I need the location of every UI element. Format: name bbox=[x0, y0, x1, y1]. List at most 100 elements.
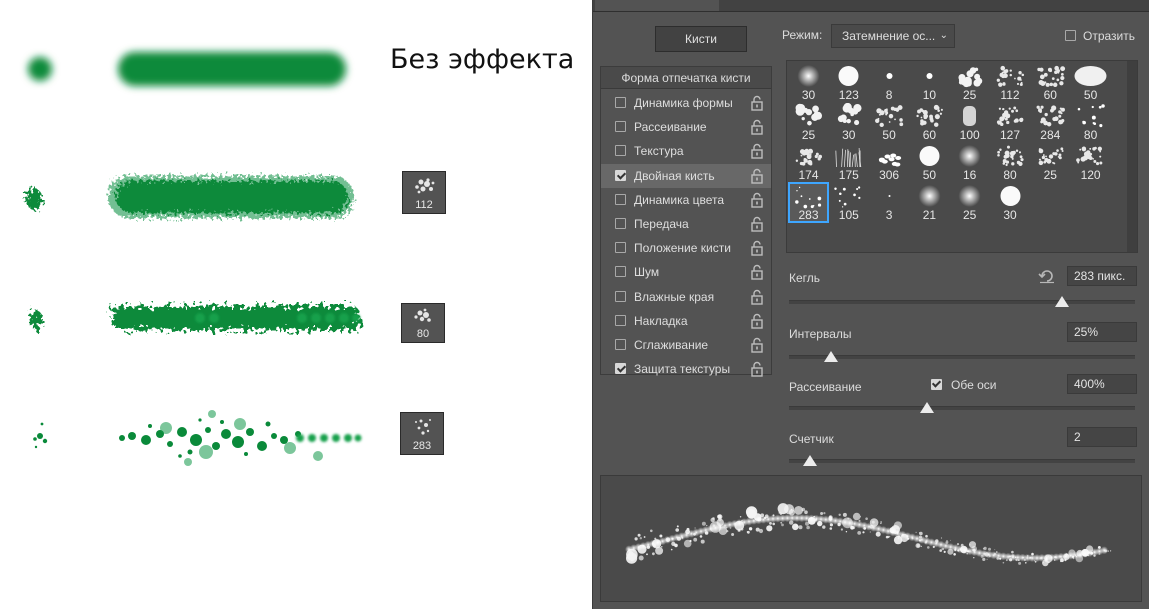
count-field[interactable]: 2 bbox=[1067, 427, 1137, 447]
both-axes-checkbox[interactable] bbox=[931, 379, 942, 390]
brush-preset[interactable]: 25 bbox=[789, 103, 828, 142]
brush-option-item[interactable]: Двойная кисть bbox=[601, 163, 771, 188]
brush-option-item[interactable]: Защита текстуры bbox=[601, 357, 771, 381]
lock-icon[interactable] bbox=[750, 240, 764, 256]
brush-option-checkbox[interactable] bbox=[615, 314, 626, 326]
brush-preset[interactable]: 60 bbox=[1031, 63, 1070, 102]
brush-preset[interactable]: 50 bbox=[870, 103, 909, 142]
brush-preset[interactable]: 3 bbox=[870, 183, 909, 222]
brush-preset[interactable]: 10 bbox=[910, 63, 949, 102]
lock-icon[interactable] bbox=[750, 119, 764, 135]
brush-option-checkbox[interactable] bbox=[615, 121, 626, 133]
lock-icon[interactable] bbox=[750, 216, 764, 232]
brush-preset[interactable]: 105 bbox=[829, 183, 868, 222]
lock-icon[interactable] bbox=[750, 313, 764, 329]
spacing-field[interactable]: 25% bbox=[1067, 322, 1137, 342]
brush-preset-icon bbox=[835, 147, 862, 168]
lock-icon[interactable] bbox=[750, 143, 764, 160]
brush-preset[interactable]: 30 bbox=[789, 63, 828, 102]
brush-preset[interactable]: 30 bbox=[829, 103, 868, 142]
brush-option-checkbox[interactable] bbox=[615, 218, 626, 229]
brush-option-checkbox[interactable] bbox=[615, 97, 626, 108]
brush-option-checkbox[interactable] bbox=[615, 193, 626, 205]
brush-preset[interactable]: 50 bbox=[1071, 63, 1110, 102]
scatter-slider[interactable] bbox=[789, 402, 1135, 416]
brush-preset[interactable]: 283 bbox=[788, 182, 829, 223]
brush-preset[interactable]: 50 bbox=[910, 143, 949, 182]
brush-preset-size: 120 bbox=[1080, 168, 1101, 182]
panel-tab-active[interactable] bbox=[595, 0, 719, 11]
brush-option-checkbox[interactable] bbox=[615, 145, 626, 157]
spacing-slider-knob[interactable] bbox=[823, 351, 838, 362]
size-slider[interactable] bbox=[789, 296, 1135, 310]
brush-preset[interactable]: 30 bbox=[991, 183, 1030, 222]
brush-option-item[interactable]: Передача bbox=[601, 212, 771, 236]
brush-preset[interactable]: 120 bbox=[1071, 143, 1110, 182]
brush-option-item[interactable]: Рассеивание bbox=[601, 115, 771, 139]
brush-preset[interactable]: 25 bbox=[950, 183, 989, 222]
brush-preset[interactable]: 16 bbox=[950, 143, 989, 182]
brush-preset[interactable]: 21 bbox=[910, 183, 949, 222]
count-slider[interactable] bbox=[789, 455, 1135, 469]
brush-option-item[interactable]: Динамика цвета bbox=[601, 188, 771, 212]
size-slider-knob[interactable] bbox=[1055, 296, 1070, 307]
reflect-checkbox[interactable] bbox=[1065, 30, 1076, 41]
brush-option-checkbox[interactable] bbox=[615, 339, 626, 350]
brush-preset[interactable]: 80 bbox=[991, 143, 1030, 182]
brush-preset[interactable]: 112 bbox=[991, 63, 1030, 102]
brush-option-checkbox[interactable] bbox=[615, 290, 626, 302]
brush-preset[interactable]: 80 bbox=[1071, 103, 1110, 142]
brushes-button[interactable]: Кисти bbox=[655, 26, 747, 52]
brush-option-label: Влажные края bbox=[634, 289, 715, 304]
brush-option-checkbox[interactable] bbox=[615, 363, 626, 375]
count-slider-knob[interactable] bbox=[802, 455, 817, 466]
brush-option-checkbox[interactable] bbox=[615, 266, 626, 278]
panel-tab-bar bbox=[593, 0, 1149, 12]
brush-preset-icon bbox=[874, 105, 903, 128]
brush-preset[interactable]: 127 bbox=[991, 103, 1030, 142]
brush-preset[interactable]: 25 bbox=[950, 63, 989, 102]
lock-icon[interactable] bbox=[750, 289, 764, 305]
brush-option-item[interactable]: Шум bbox=[601, 260, 771, 284]
brush-option-checkbox[interactable] bbox=[615, 242, 626, 254]
brush-option-checkbox[interactable] bbox=[615, 169, 626, 181]
mode-select[interactable]: Затемнение ос... ⌄ bbox=[831, 24, 955, 48]
brush-option-item[interactable]: Влажные края bbox=[601, 285, 771, 309]
brush-preset[interactable]: 100 bbox=[950, 103, 989, 142]
lock-icon[interactable] bbox=[750, 361, 764, 377]
brush-preset-icon bbox=[797, 65, 820, 87]
preset-scrollbar[interactable] bbox=[1127, 61, 1137, 252]
brush-option-label: Шум bbox=[634, 265, 660, 280]
tip-dual-80 bbox=[30, 310, 42, 330]
brush-preset-size: 25 bbox=[1043, 168, 1057, 182]
brush-preset[interactable]: 174 bbox=[789, 143, 828, 182]
spacing-slider[interactable] bbox=[789, 351, 1135, 365]
brush-tip-shape-item[interactable]: Форма отпечатка кисти bbox=[601, 67, 771, 89]
brush-preset[interactable]: 123 bbox=[829, 63, 868, 102]
scatter-field[interactable]: 400% bbox=[1067, 374, 1137, 394]
size-field[interactable]: 283 пикс. bbox=[1067, 266, 1137, 286]
brush-preset[interactable]: 8 bbox=[870, 63, 909, 102]
brush-preset-size: 50 bbox=[882, 128, 896, 142]
brush-preset-icon bbox=[795, 186, 822, 209]
brush-option-item[interactable]: Сглаживание bbox=[601, 333, 771, 357]
lock-icon[interactable] bbox=[750, 192, 764, 208]
brush-preset-size: 50 bbox=[1083, 88, 1098, 102]
scatter-slider-knob[interactable] bbox=[920, 402, 935, 413]
brush-preset-icon bbox=[958, 185, 981, 207]
lock-icon[interactable] bbox=[750, 95, 764, 111]
reset-size-icon[interactable] bbox=[1038, 267, 1056, 285]
lock-icon[interactable] bbox=[750, 264, 764, 281]
brush-preset[interactable]: 25 bbox=[1031, 143, 1070, 182]
brush-preset[interactable]: 284 bbox=[1031, 103, 1070, 142]
brush-option-item[interactable]: Динамика формы bbox=[601, 91, 771, 115]
brush-option-item[interactable]: Накладка bbox=[601, 309, 771, 333]
brush-thumb-size: 80 bbox=[416, 328, 430, 340]
lock-icon[interactable] bbox=[750, 337, 764, 353]
lock-icon[interactable] bbox=[750, 168, 764, 184]
brush-preset[interactable]: 175 bbox=[829, 143, 868, 182]
brush-option-item[interactable]: Текстура bbox=[601, 139, 771, 163]
brush-preset[interactable]: 306 bbox=[870, 143, 909, 182]
brush-preset[interactable]: 60 bbox=[910, 103, 949, 142]
brush-option-item[interactable]: Положение кисти bbox=[601, 236, 771, 260]
